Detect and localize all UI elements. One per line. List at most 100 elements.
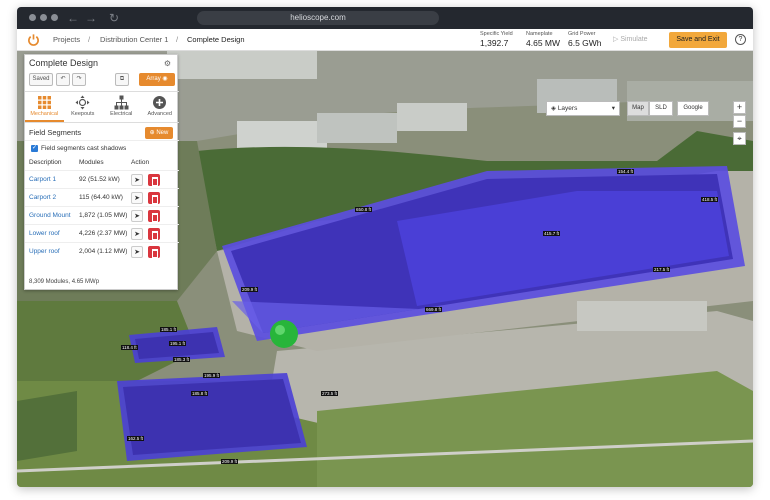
dimension-label: 415.7 ft: [543, 231, 561, 236]
segment-link[interactable]: Lower roof: [29, 230, 60, 237]
dimension-label: 195.9 ft: [203, 373, 221, 378]
simulate-label: Simulate: [620, 36, 648, 43]
dimension-label: 273.5 ft: [321, 391, 339, 396]
browser-window: ← → ↻ helioscope.com Projects / Distribu…: [17, 7, 753, 487]
dimension-label: 209.9 ft: [241, 287, 259, 292]
field-segments-title: Field Segments: [29, 128, 82, 137]
breadcrumb-projects[interactable]: Projects: [53, 35, 80, 44]
hierarchy-icon: [114, 95, 129, 110]
tab-label: Advanced: [147, 111, 172, 117]
map-type-map[interactable]: Map: [627, 101, 649, 116]
gear-icon[interactable]: ⚙: [164, 59, 171, 68]
segment-link[interactable]: Upper roof: [29, 248, 60, 255]
dimension-label: 185.8 ft: [191, 391, 209, 396]
map-type-google[interactable]: Google: [677, 101, 709, 116]
segment-link[interactable]: Ground Mount: [29, 212, 71, 219]
dimension-label: 650.8 ft: [355, 207, 373, 212]
zoom-in-button[interactable]: +: [733, 101, 746, 114]
plus-circle-icon: [153, 96, 167, 109]
delete-icon[interactable]: [148, 228, 160, 240]
save-and-exit-button[interactable]: Save and Exit: [669, 32, 727, 48]
simulate-button[interactable]: ▷ Simulate: [613, 35, 648, 43]
close-dot-icon[interactable]: [29, 14, 36, 21]
dimension-label: 162.5 ft: [127, 436, 145, 441]
delete-icon[interactable]: [148, 174, 160, 186]
column-description: Description: [29, 159, 62, 166]
back-arrow-icon[interactable]: ←: [67, 10, 79, 26]
map-type-sld[interactable]: SLD: [649, 101, 673, 116]
layers-label: Layers: [557, 105, 578, 112]
shadow-checkbox-label: Field segments cast shadows: [41, 145, 127, 152]
stat-label: Grid Power: [568, 31, 596, 37]
table-row: Upper roof 2,004 (1.12 MW) ➤: [25, 242, 179, 260]
breadcrumb-complete-design: Complete Design: [187, 35, 245, 44]
stat-value: 4.65 MW: [526, 38, 561, 48]
segment-modules: 4,226 (2.37 MW): [79, 230, 128, 237]
dimension-label: 154.4 ft: [617, 169, 635, 174]
dimension-label: 185.3 ft: [173, 357, 191, 362]
tab-label: Mechanical: [30, 111, 59, 117]
segment-modules: 92 (51.52 kW): [79, 176, 120, 183]
table-row: Carport 1 92 (51.52 kW) ➤: [25, 170, 179, 188]
delete-icon[interactable]: [148, 192, 160, 204]
breadcrumb-separator: /: [176, 35, 179, 44]
panel-tabs: Mechanical Keepouts Electrical Advanced: [25, 91, 179, 123]
layers-icon: ◈: [551, 105, 558, 112]
power-icon[interactable]: [27, 33, 40, 46]
tab-keepouts[interactable]: Keepouts: [64, 92, 103, 122]
undo-icon[interactable]: ↶: [56, 73, 70, 86]
redo-icon[interactable]: ↷: [72, 73, 86, 86]
table-row: Lower roof 4,226 (2.37 MW) ➤: [25, 224, 179, 242]
forward-arrow-icon[interactable]: →: [85, 10, 97, 26]
tab-mechanical[interactable]: Mechanical: [25, 92, 64, 122]
layers-dropdown[interactable]: ◈ Layers ▾: [546, 101, 620, 116]
delete-icon[interactable]: [148, 246, 160, 258]
zoom-out-button[interactable]: −: [733, 115, 746, 128]
dimension-label: 418.5 ft: [701, 197, 719, 202]
tab-label: Keepouts: [71, 111, 95, 117]
dimension-label: 195.1 ft: [169, 341, 187, 346]
stat-specific-yield: Specific Yield 1,392.7: [480, 31, 513, 48]
breadcrumb-separator: /: [88, 35, 91, 44]
array-button[interactable]: Array ◉: [139, 73, 175, 86]
new-field-segment-button[interactable]: ⊕ New: [145, 127, 173, 139]
saved-indicator: Saved: [29, 73, 53, 86]
dimension-label: 669.8 ft: [425, 307, 443, 312]
segment-link[interactable]: Carport 2: [29, 194, 56, 201]
stat-grid-power: Grid Power 6.5 GWh: [568, 31, 602, 48]
window-controls[interactable]: [29, 14, 58, 21]
maximize-dot-icon[interactable]: [51, 14, 58, 21]
minimize-dot-icon[interactable]: [40, 14, 47, 21]
tab-electrical[interactable]: Electrical: [102, 92, 141, 122]
checkbox-checked-icon[interactable]: ✓: [31, 145, 38, 152]
locate-arrow-icon[interactable]: ➤: [131, 228, 143, 240]
segment-modules: 115 (64.40 kW): [79, 194, 123, 201]
array-label: Array: [146, 76, 161, 82]
dimension-label: 185.1 ft: [160, 327, 178, 332]
delete-icon[interactable]: [148, 210, 160, 222]
dimension-label: 209.9 ft: [221, 459, 239, 464]
breadcrumb-distribution-center[interactable]: Distribution Center 1: [100, 35, 168, 44]
help-icon[interactable]: ?: [735, 34, 746, 45]
locate-arrow-icon[interactable]: ➤: [131, 192, 143, 204]
locate-arrow-icon[interactable]: ➤: [131, 174, 143, 186]
copy-icon[interactable]: ⧉: [115, 73, 129, 86]
app-header: Projects / Distribution Center 1 / Compl…: [17, 29, 753, 51]
stat-label: Specific Yield: [480, 31, 513, 37]
locate-arrow-icon[interactable]: ➤: [131, 246, 143, 258]
stat-nameplate: Nameplate 4.65 MW: [526, 31, 560, 48]
column-modules: Modules: [79, 159, 104, 166]
locate-arrow-icon[interactable]: ➤: [131, 210, 143, 222]
shadow-checkbox-row[interactable]: ✓ Field segments cast shadows: [31, 145, 126, 152]
segment-link[interactable]: Carport 1: [29, 176, 56, 183]
table-header: Description Modules Action: [25, 159, 179, 169]
locate-icon[interactable]: ⌖: [733, 132, 746, 145]
modules-summary: 8,309 Modules, 4.65 MWp: [29, 279, 100, 285]
table-row: Carport 2 115 (64.40 kW) ➤: [25, 188, 179, 206]
reload-icon[interactable]: ↻: [109, 10, 119, 26]
new-label: New: [156, 130, 169, 136]
tab-label: Electrical: [110, 111, 133, 117]
browser-titlebar: ← → ↻ helioscope.com: [17, 7, 753, 29]
tab-advanced[interactable]: Advanced: [141, 92, 180, 122]
url-bar[interactable]: helioscope.com: [197, 11, 439, 25]
